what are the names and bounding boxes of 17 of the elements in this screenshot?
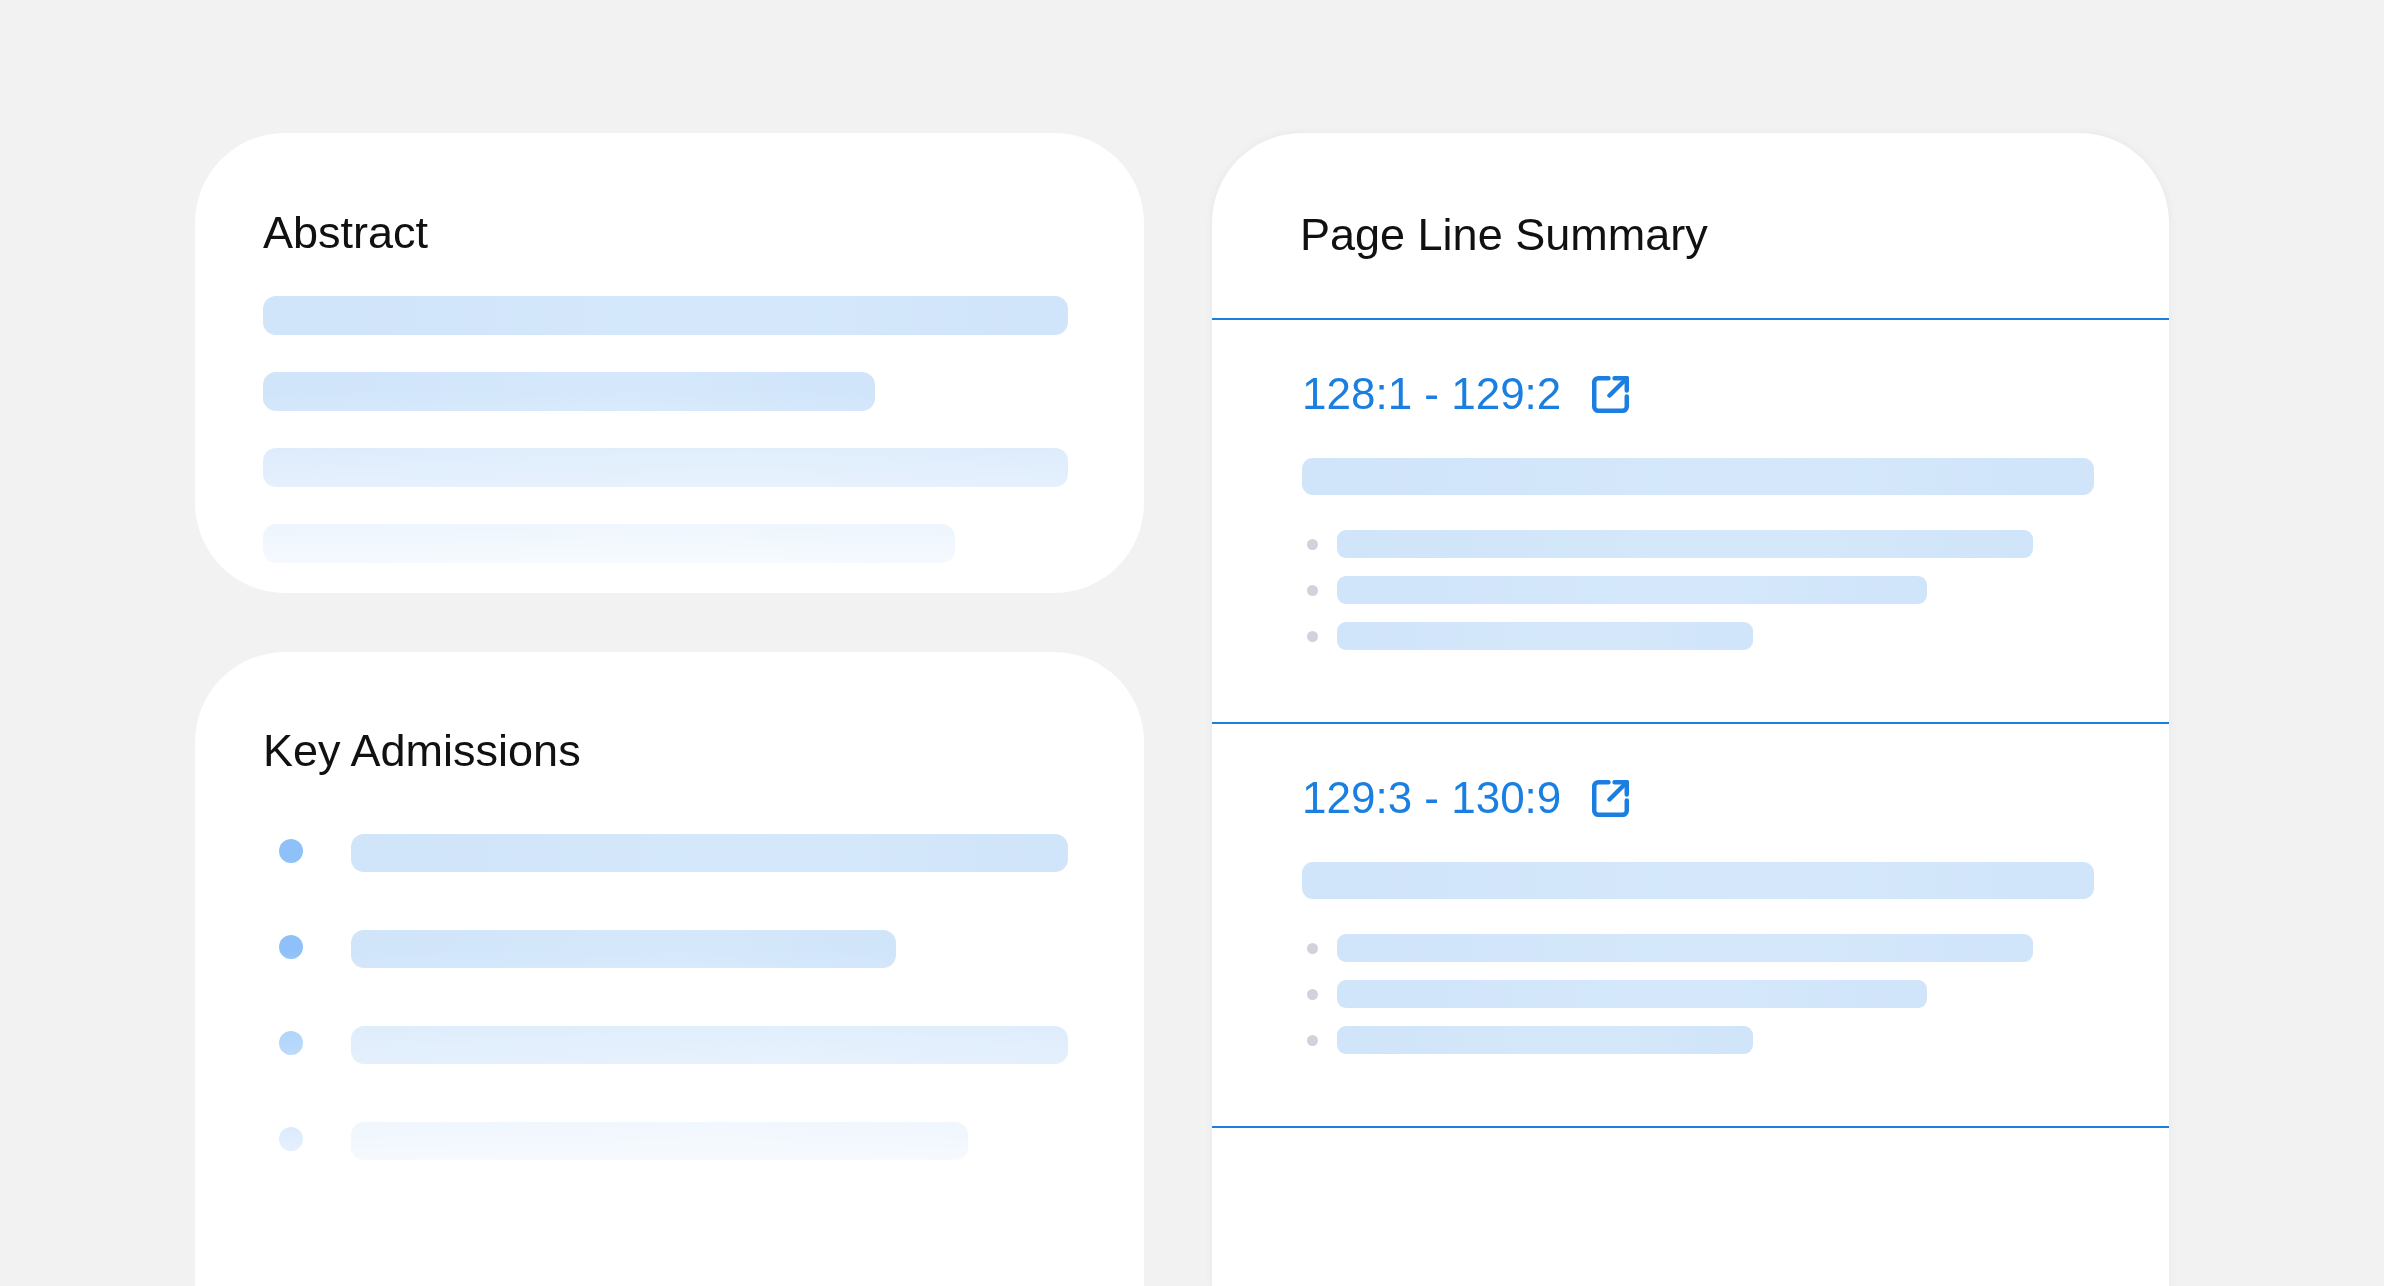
bullet-dot-icon bbox=[279, 1126, 303, 1151]
card-title: Key Admissions bbox=[263, 724, 581, 778]
bullet-dot-icon bbox=[279, 934, 303, 959]
bullet-dot-icon bbox=[1307, 942, 1318, 954]
bullet-dot-icon bbox=[1307, 1034, 1318, 1046]
bullet-dot-icon bbox=[279, 1030, 303, 1055]
line-range-link[interactable]: 128:1 - 129:2 bbox=[1302, 367, 1562, 421]
bullet-dot-icon bbox=[1307, 584, 1318, 596]
bullet-dot-icon bbox=[279, 838, 303, 863]
card-title: Page Line Summary bbox=[1300, 208, 1708, 262]
external-link-icon[interactable] bbox=[1592, 779, 1629, 817]
line-range-link[interactable]: 129:3 - 130:9 bbox=[1302, 771, 1562, 825]
card-title: Abstract bbox=[263, 206, 429, 260]
external-link-icon[interactable] bbox=[1592, 375, 1629, 413]
bullet-dot-icon bbox=[1307, 988, 1318, 1000]
bullet-dot-icon bbox=[1307, 538, 1318, 550]
bullet-dot-icon bbox=[1307, 630, 1318, 642]
